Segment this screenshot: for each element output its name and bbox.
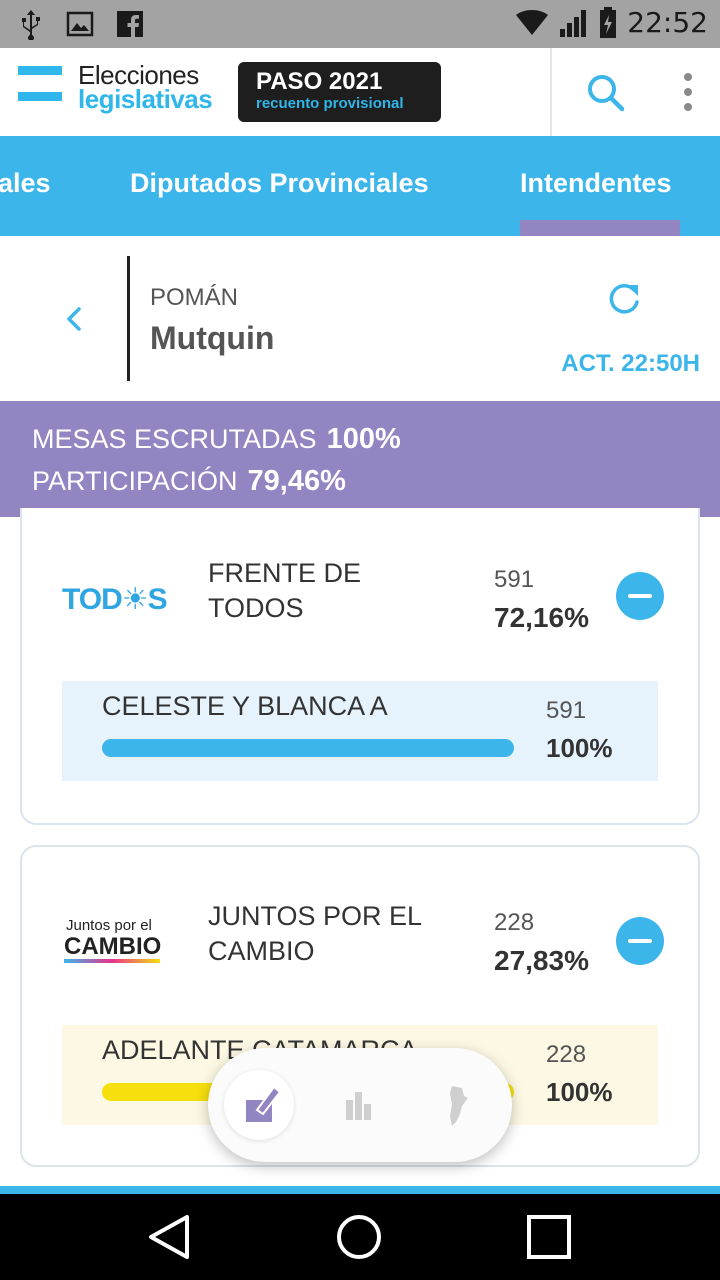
header-divider [550,48,552,136]
party-name-line1: FRENTE DE [208,558,362,588]
floating-nav [208,1048,512,1162]
bar-chart-icon[interactable] [324,1070,394,1140]
active-tab-indicator [520,220,680,236]
list-name: CELESTE Y BLANCA A [102,691,388,721]
party-name: FRENTE DE TODOS [208,556,361,626]
category-tabs: ales Diputados Provinciales Intendentes [0,136,720,236]
refresh-icon[interactable] [604,280,644,320]
party-percent: 27,83% [494,945,589,976]
paso-badge: PASO 2021 recuento provisional [238,62,441,122]
usb-icon [22,10,40,40]
paso-badge-title: PASO 2021 [256,68,383,95]
party-name-line2: CAMBIO [208,936,315,966]
list-votes: 228 [546,1041,587,1068]
list-bar-fill [102,739,514,757]
tab-senadores[interactable]: ales [0,168,51,199]
app-logo[interactable]: Elecciones legislativas [18,60,238,122]
signal-icon [560,9,587,37]
party-name: JUNTOS POR EL CAMBIO [208,899,422,969]
more-vert-icon[interactable] [672,70,704,114]
participacion-label: PARTICIPACIÓN [32,466,238,496]
search-icon[interactable] [585,72,627,114]
vote-icon[interactable] [224,1070,294,1140]
party-votes: 228 [494,909,535,936]
party-logo-text-bottom: CAMBIO [64,933,162,960]
last-updated: ACT. 22:50H [561,350,700,377]
party-logo-juntos: Juntos por el CAMBIO [60,913,172,963]
participacion-row: PARTICIPACIÓN 79,46% [32,465,346,498]
collapse-minus-icon[interactable] [616,917,664,965]
tab-diputados-provinciales[interactable]: Diputados Provinciales [130,168,429,199]
app-header: Elecciones legislativas PASO 2021 recuen… [0,48,720,136]
list-item: CELESTE Y BLANCA A 591 100% [62,681,658,781]
party-logo-todos: TOD☀S [60,576,172,626]
mesas-value: 100% [326,423,401,455]
battery-icon [600,6,617,38]
party-percent: 72,16% [494,602,589,633]
party-logo-stripe [64,959,160,963]
location-province: POMÁN [150,284,239,311]
location-header: POMÁN Mutquin ACT. 22:50H [0,236,720,401]
party-name-line2: TODOS [208,593,304,623]
recents-icon[interactable] [524,1212,574,1262]
list-votes: 591 [546,697,587,724]
back-icon[interactable] [145,1212,195,1262]
party-logo-text-top: Juntos por el [66,917,152,934]
list-percent: 100% [546,1077,613,1107]
list-percent: 100% [546,733,613,763]
argentina-map-icon[interactable] [422,1070,492,1140]
status-time: 22:52 [627,6,708,39]
location-divider [127,256,130,381]
image-icon [66,11,94,37]
tab-intendentes[interactable]: Intendentes [520,168,672,199]
party-votes: 591 [494,566,535,593]
mesas-label: MESAS ESCRUTADAS [32,424,317,454]
home-icon[interactable] [334,1212,384,1262]
stats-band: MESAS ESCRUTADAS 100% PARTICIPACIÓN 79,46% [0,401,720,517]
party-card: TOD☀S FRENTE DE TODOS 591 72,16% CELESTE… [20,508,700,825]
collapse-minus-icon[interactable] [616,572,664,620]
status-bar: 22:52 [0,0,720,48]
chevron-left-icon[interactable] [58,302,92,336]
bottom-accent-strip [0,1186,720,1194]
location-name: Mutquin [150,320,275,356]
participacion-value: 79,46% [247,465,346,497]
party-logo-text: TOD☀S [62,583,168,616]
flag-bars-icon [18,66,62,102]
party-name-line1: JUNTOS POR EL [208,901,423,931]
logo-line2: legislativas [78,84,213,114]
facebook-icon [117,11,143,37]
mesas-row: MESAS ESCRUTADAS 100% [32,423,401,456]
paso-badge-subtitle: recuento provisional [256,95,404,112]
list-bar-track [102,739,514,757]
wifi-icon [516,9,549,35]
system-nav-bar [0,1194,720,1280]
